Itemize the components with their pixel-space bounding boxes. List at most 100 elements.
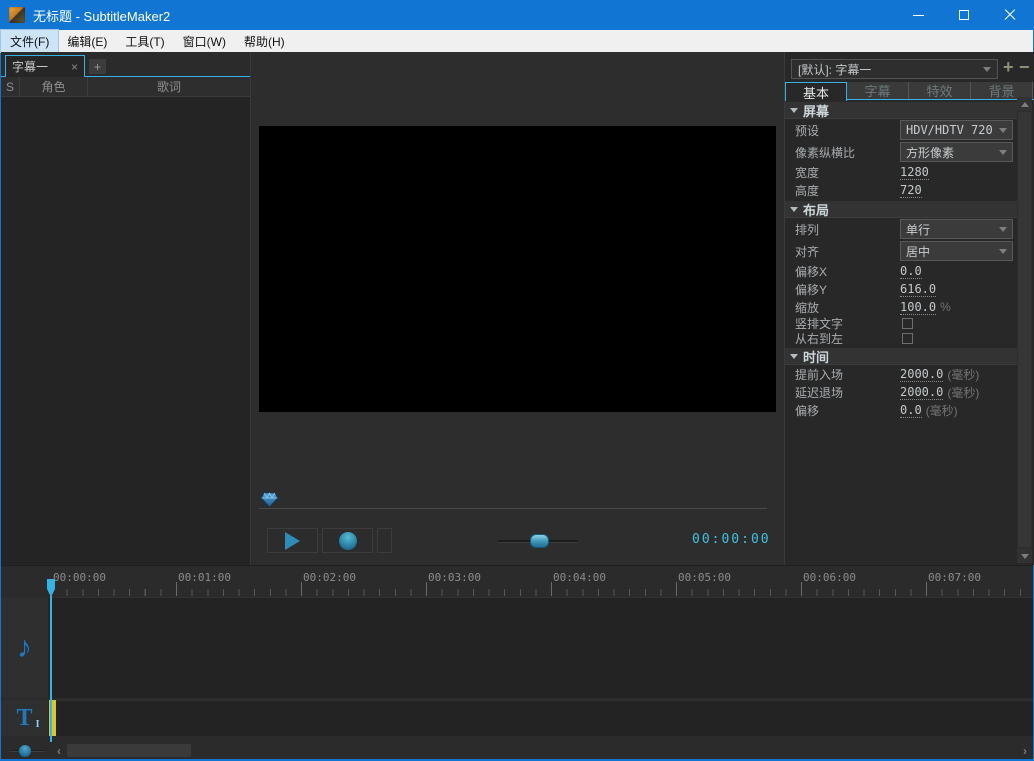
text-track: TI [1,700,1033,738]
properties-panel: [默认]: 字幕一 + − 基本 字幕 特效 背景 屏幕 预设 [784,52,1034,565]
subtitle-columns-header: S 角色 歌词 [1,77,250,97]
arrangement-dropdown[interactable]: 单行 [900,219,1013,239]
time-offset-field[interactable]: 0.0 [900,403,922,418]
scroll-right-button[interactable]: › [1019,744,1031,757]
text-track-lane[interactable] [49,700,1033,736]
music-note-icon: ♪ [17,631,32,665]
scroll-left-button[interactable]: ‹ [53,744,65,757]
video-preview[interactable] [259,126,776,412]
pixel-aspect-dropdown[interactable]: 方形像素 [900,142,1013,162]
subtitle-list[interactable] [1,97,250,564]
height-field[interactable]: 720 [900,183,922,198]
subtitle-tab-label: 字幕一 [12,58,48,75]
tab-basic[interactable]: 基本 [785,82,847,101]
seek-marker-diamond-icon[interactable] [261,492,278,508]
menu-tools[interactable]: 工具(T) [116,30,173,52]
slider-handle[interactable] [530,534,549,548]
menu-file[interactable]: 文件(F) [1,30,58,52]
timeline-tracks: ♪ TI [1,597,1033,742]
section-time[interactable]: 时间 [785,348,1018,365]
property-row: 预设 HDV/HDTV 720 [785,119,1018,141]
collapse-arrow-icon [790,207,798,212]
seek-bar[interactable] [259,508,767,509]
chevron-down-icon [1021,554,1029,559]
ruler-label: 00:04:00 [553,571,606,584]
tab-close-icon[interactable]: × [71,60,78,74]
audio-track-header[interactable]: ♪ [1,597,49,698]
tab-subtitle[interactable]: 字幕 [847,82,909,99]
timeline: 00:00:00 00:01:00 00:02:00 00:03:00 00:0… [1,565,1033,759]
playhead-line[interactable] [50,596,52,742]
play-button[interactable] [267,528,318,553]
text-track-icon: TI [16,705,32,732]
menu-help[interactable]: 帮助(H) [235,30,294,52]
add-subtitle-tab-button[interactable]: + [89,59,106,74]
add-preset-button[interactable]: + [1003,56,1014,78]
offset-y-field[interactable]: 616.0 [900,282,936,297]
lead-in-field[interactable]: 2000.0 [900,367,943,382]
ruler-label: 00:05:00 [678,571,731,584]
scroll-down-button[interactable] [1017,549,1032,563]
horizontal-scrollbar-thumb[interactable] [67,744,191,757]
vertical-text-checkbox[interactable] [902,318,913,329]
preset-dropdown[interactable]: [默认]: 字幕一 [791,59,998,79]
timeline-bottom-bar: ‹ › [1,742,1033,759]
remove-preset-button[interactable]: − [1019,56,1030,78]
column-role[interactable]: 角色 [20,77,88,96]
chevron-down-icon [983,67,991,72]
scroll-up-button[interactable] [1017,97,1032,111]
preset-dropdown-value: [默认]: 字幕一 [798,61,983,78]
audio-track-lane[interactable] [49,597,1033,698]
playback-controls: 00:00:00 [252,528,784,556]
audio-track: ♪ [1,597,1033,700]
extra-button[interactable] [377,528,392,553]
preview-panel: 00:00:00 [252,52,784,565]
lead-out-field[interactable]: 2000.0 [900,385,943,400]
section-screen[interactable]: 屏幕 [785,102,1018,119]
maximize-button[interactable] [941,0,987,30]
title-bar[interactable]: 无标题 - SubtitleMaker2 [1,0,1033,30]
record-button[interactable] [322,528,373,553]
ruler-major-ticks [51,582,1033,596]
subtitle-tab-bar: 字幕一 × + [1,52,250,77]
collapse-arrow-icon [790,354,798,359]
timeline-ruler[interactable]: 00:00:00 00:01:00 00:02:00 00:03:00 00:0… [1,565,1033,597]
text-track-header[interactable]: TI [1,700,49,736]
ruler-label: 00:02:00 [303,571,356,584]
property-row: 偏移 0.0 (毫秒) [785,401,1018,419]
subtitle-tab[interactable]: 字幕一 × [5,55,85,77]
close-icon [1004,9,1016,21]
section-layout[interactable]: 布局 [785,201,1018,218]
column-status[interactable]: S [1,77,20,96]
column-lyrics[interactable]: 歌词 [88,77,250,96]
timeline-zoom-slider[interactable] [9,750,45,752]
property-row: 对齐 居中 [785,240,1018,262]
preset-size-dropdown[interactable]: HDV/HDTV 720 [900,120,1013,140]
right-to-left-checkbox[interactable] [902,333,913,344]
property-row: 偏移Y 616.0 [785,280,1018,298]
ruler-label: 00:01:00 [178,571,231,584]
property-row: 从右到左 [785,331,1018,346]
close-button[interactable] [987,0,1033,30]
vertical-scrollbar[interactable] [1017,97,1032,563]
volume-slider[interactable] [498,540,578,543]
property-row: 高度 720 [785,181,1018,199]
width-field[interactable]: 1280 [900,165,929,180]
menu-window[interactable]: 窗口(W) [174,30,235,52]
property-row: 延迟退场 2000.0 (毫秒) [785,383,1018,401]
zoom-slider-handle[interactable] [19,745,31,757]
tab-effects[interactable]: 特效 [909,82,971,99]
play-icon [285,532,300,550]
ruler-label: 00:03:00 [428,571,481,584]
minimize-button[interactable] [895,0,941,30]
scale-field[interactable]: 100.0 [900,300,936,315]
subtitle-list-panel: 字幕一 × + S 角色 歌词 [1,52,251,565]
property-row: 排列 单行 [785,218,1018,240]
alignment-dropdown[interactable]: 居中 [900,241,1013,261]
menu-edit[interactable]: 编辑(E) [58,30,116,52]
offset-x-field[interactable]: 0.0 [900,264,922,279]
scrollbar-thumb[interactable] [1018,112,1031,547]
chevron-up-icon [1021,102,1029,107]
chevron-down-icon [999,249,1007,254]
property-row: 竖排文字 [785,316,1018,331]
